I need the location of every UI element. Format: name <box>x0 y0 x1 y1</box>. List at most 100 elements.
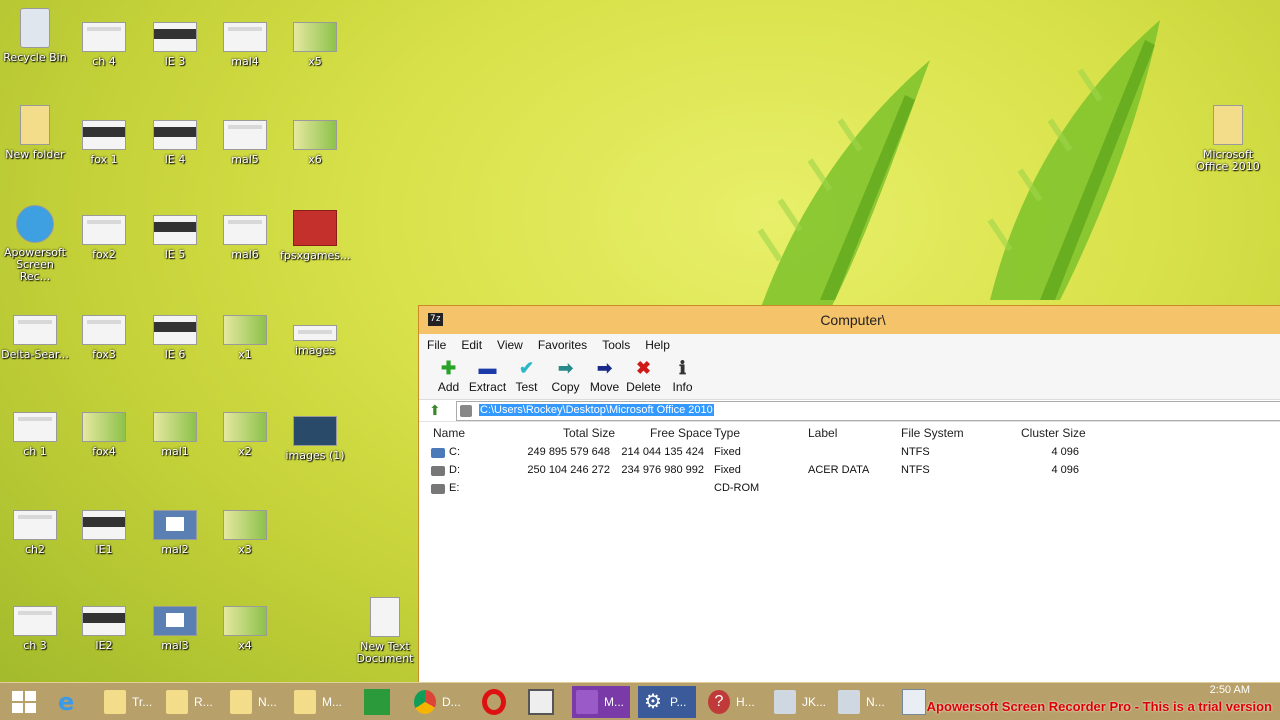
taskbar-item[interactable]: M... <box>290 686 348 718</box>
desktop-icon-fox2[interactable]: fox2 <box>69 215 139 261</box>
internet-explorer-icon[interactable]: e <box>58 689 84 715</box>
desktop-icon-label: IE 6 <box>164 348 186 361</box>
column-header-free-space[interactable]: Free Space <box>650 426 712 440</box>
desktop-icon-mal4[interactable]: mal4 <box>210 22 280 68</box>
desktop-icon-mal2[interactable]: mal2 <box>140 510 210 556</box>
table-row[interactable]: C: 249 895 579 648 214 044 135 424 Fixed… <box>419 444 1280 462</box>
desktop-icon-ie3[interactable]: IE 3 <box>140 22 210 68</box>
up-folder-icon[interactable]: ⬆ <box>429 403 445 419</box>
desktop-icon-label: fox4 <box>92 445 116 458</box>
windows-start-icon[interactable] <box>12 691 36 713</box>
file-manager-window[interactable]: 7z Computer\ File Edit View Favorites To… <box>418 305 1280 685</box>
extract-button[interactable]: ▬ Extract <box>468 356 507 399</box>
clock[interactable]: 2:50 AM <box>1210 684 1250 696</box>
desktop-icon-fox1[interactable]: fox 1 <box>69 120 139 166</box>
file-thumbnail-icon <box>153 215 197 245</box>
menu-view[interactable]: View <box>497 338 523 352</box>
desktop-icon-images-1[interactable]: images (1) <box>280 416 350 462</box>
desktop-icon-label: Recycle Bin <box>3 51 67 64</box>
desktop-icon-apowersoft[interactable]: Apowersoft Screen Rec... <box>0 205 70 283</box>
desktop-icon-mal3[interactable]: mal3 <box>140 606 210 652</box>
table-row[interactable]: D: 250 104 246 272 234 976 980 992 Fixed… <box>419 462 1280 480</box>
desktop-icon-x4[interactable]: x4 <box>210 606 280 652</box>
menu-favorites[interactable]: Favorites <box>538 338 587 352</box>
desktop-icon-label: fox 1 <box>90 153 118 166</box>
desktop-icon-mal5[interactable]: mal5 <box>210 120 280 166</box>
taskbar-item[interactable]: Tr... <box>100 686 158 718</box>
desktop-icon-label: Apowersoft Screen Rec... <box>4 246 66 283</box>
folder-icon <box>1213 105 1243 145</box>
move-button[interactable]: ➡ Move <box>585 356 624 399</box>
desktop-icon-x2[interactable]: x2 <box>210 412 280 458</box>
test-button[interactable]: ✔ Test <box>507 356 546 399</box>
menu-edit[interactable]: Edit <box>461 338 482 352</box>
file-thumbnail-icon <box>82 120 126 150</box>
desktop-icon-fox4[interactable]: fox4 <box>69 412 139 458</box>
desktop-icon-ie2[interactable]: IE2 <box>69 606 139 652</box>
taskbar-item[interactable]: ⚙ P... <box>638 686 696 718</box>
desktop-icon-x1[interactable]: x1 <box>210 315 280 361</box>
table-row[interactable]: E: CD-ROM <box>419 480 1280 498</box>
column-header-label[interactable]: Label <box>808 426 837 440</box>
desktop-icon-x3[interactable]: x3 <box>210 510 280 556</box>
desktop-icon-label: fox2 <box>92 248 116 261</box>
taskbar-item[interactable]: R... <box>162 686 220 718</box>
desktop-icon-ch1[interactable]: ch 1 <box>0 412 70 458</box>
desktop-icon-images[interactable]: images <box>280 325 350 357</box>
column-header-name[interactable]: Name <box>433 426 465 440</box>
taskbar-item[interactable]: M... <box>572 686 630 718</box>
desktop-icon-ch2[interactable]: ch2 <box>0 510 70 556</box>
file-thumbnail-icon <box>82 412 126 442</box>
address-input[interactable]: C:\Users\Rockey\Desktop\Microsoft Office… <box>456 401 1280 421</box>
desktop-icon-recycle-bin[interactable]: Recycle Bin <box>0 8 70 64</box>
add-button[interactable]: ✚ Add <box>429 356 468 399</box>
column-header-cluster-size[interactable]: Cluster Size <box>1021 426 1086 440</box>
column-header-total-size[interactable]: Total Size <box>563 426 615 440</box>
desktop-icon-delta-search[interactable]: Delta-Sear... <box>0 315 70 361</box>
desktop-icon-mal6[interactable]: mal6 <box>210 215 280 261</box>
drive-type: Fixed <box>714 446 741 458</box>
taskbar-item[interactable]: JK... <box>770 686 828 718</box>
desktop-icon-x6[interactable]: x6 <box>280 120 350 166</box>
menu-tools[interactable]: Tools <box>602 338 630 352</box>
paint-icon[interactable] <box>902 689 926 715</box>
desktop-icon-new-text-document[interactable]: New Text Document <box>350 597 420 665</box>
menu-help[interactable]: Help <box>645 338 670 352</box>
hard-drive-icon <box>431 448 445 458</box>
desktop-icon-x5[interactable]: x5 <box>280 22 350 68</box>
opera-icon[interactable] <box>482 689 506 715</box>
column-header-file-system[interactable]: File System <box>901 426 964 440</box>
menu-file[interactable]: File <box>427 338 446 352</box>
folder-icon <box>294 690 316 714</box>
file-thumbnail-icon <box>153 120 197 150</box>
window-titlebar[interactable]: 7z Computer\ <box>419 306 1280 334</box>
desktop-icon-ie6[interactable]: IE 6 <box>140 315 210 361</box>
drive-name: E: <box>449 482 460 494</box>
taskbar-item[interactable]: N... <box>834 686 892 718</box>
desktop-icon-microsoft-office-2010[interactable]: Microsoft Office 2010 <box>1193 105 1263 173</box>
address-path[interactable]: C:\Users\Rockey\Desktop\Microsoft Office… <box>479 404 714 416</box>
desktop-icon-fox3[interactable]: fox3 <box>69 315 139 361</box>
taskbar: e Tr... R... N... M... D... M... ⚙ P... … <box>0 682 1280 720</box>
desktop-icon-label: ch 1 <box>23 445 47 458</box>
desktop-icon-new-folder[interactable]: New folder <box>0 105 70 161</box>
desktop-icon-ie5[interactable]: IE 5 <box>140 215 210 261</box>
desktop-icon-label: x3 <box>238 543 252 556</box>
file-thumbnail-icon <box>153 315 197 345</box>
desktop-icon-fpsxgames[interactable]: fpsxgames... <box>280 210 351 262</box>
desktop-icon-ie1[interactable]: IE1 <box>69 510 139 556</box>
taskbar-item[interactable]: D... <box>410 686 468 718</box>
file-thumbnail-icon <box>82 315 126 345</box>
taskbar-item[interactable]: N... <box>226 686 284 718</box>
column-header-type[interactable]: Type <box>714 426 740 440</box>
desktop-icon-mal1[interactable]: mal1 <box>140 412 210 458</box>
desktop-icon-ch4[interactable]: ch 4 <box>69 22 139 68</box>
screen-recorder-icon[interactable] <box>528 689 554 715</box>
taskbar-item[interactable]: ? H... <box>704 686 762 718</box>
store-icon[interactable] <box>364 689 390 715</box>
desktop-icon-ie4[interactable]: IE 4 <box>140 120 210 166</box>
desktop-icon-ch3[interactable]: ch 3 <box>0 606 70 652</box>
delete-button[interactable]: ✖ Delete <box>624 356 663 399</box>
copy-button[interactable]: ➡ Copy <box>546 356 585 399</box>
info-button[interactable]: ℹ Info <box>663 356 702 399</box>
